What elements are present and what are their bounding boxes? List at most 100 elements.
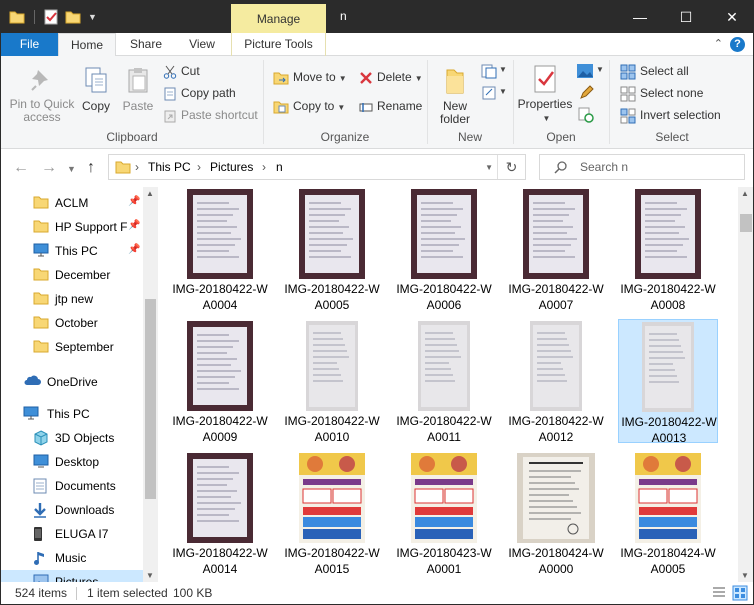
- file-tile[interactable]: IMG-20180422-W A0005: [282, 187, 382, 312]
- copy-path-button[interactable]: Copy path: [163, 84, 236, 104]
- breadcrumb-n[interactable]: n: [276, 160, 283, 174]
- file-tile[interactable]: IMG-20180422-W A0006: [394, 187, 494, 312]
- easy-access-icon[interactable]: [481, 85, 497, 101]
- sidebar-item-3d-objects[interactable]: 3D Objects: [1, 426, 143, 450]
- sidebar-item-this-pc[interactable]: This PC 📌: [1, 239, 143, 263]
- file-tile[interactable]: IMG-20180424-W A0005: [618, 451, 718, 576]
- file-tile[interactable]: IMG-20180422-W A0007: [506, 187, 606, 312]
- manage-tab[interactable]: Manage: [231, 4, 326, 33]
- sidebar-item-hp-support-f[interactable]: HP Support F 📌: [1, 215, 143, 239]
- sidebar-item-onedrive[interactable]: OneDrive: [1, 370, 143, 394]
- paste-button[interactable]: Paste: [120, 66, 156, 113]
- file-view-scroll-thumb[interactable]: [740, 214, 752, 232]
- tab-view[interactable]: View: [179, 33, 225, 56]
- details-view-icon[interactable]: [711, 585, 727, 601]
- move-to-button[interactable]: Move to ▼: [273, 68, 347, 88]
- new-folder-icon: [446, 69, 464, 94]
- file-view: IMG-20180422-W A0004 IMG-20180422-W A0005 IM…: [158, 187, 738, 582]
- copy-button[interactable]: Copy: [79, 66, 113, 113]
- collapse-ribbon-chevron-icon[interactable]: ⌃: [714, 37, 723, 50]
- sidebar-item-this-pc[interactable]: This PC: [1, 402, 143, 426]
- scroll-up-icon[interactable]: ▲: [146, 189, 154, 198]
- invert-selection-button[interactable]: Invert selection: [620, 106, 721, 126]
- new-folder-icon[interactable]: [65, 8, 81, 26]
- file-tile[interactable]: IMG-20180422-W A0014: [170, 451, 270, 576]
- pin-icon[interactable]: 📌: [128, 220, 140, 231]
- help-icon[interactable]: ?: [730, 37, 745, 52]
- file-tile[interactable]: IMG-20180422-W A0012: [506, 319, 606, 444]
- properties-dropdown-icon: ▼: [542, 114, 551, 123]
- paste-shortcut-button[interactable]: Paste shortcut: [163, 106, 258, 126]
- pin-icon[interactable]: 📌: [128, 196, 140, 207]
- sidebar-item-label: Pictures: [55, 575, 99, 582]
- rename-button[interactable]: Rename: [359, 97, 422, 117]
- nav-pane-scrollbar[interactable]: ▲ ▼: [143, 187, 158, 582]
- folder-icon[interactable]: [9, 8, 25, 26]
- sidebar-item-downloads[interactable]: Downloads: [1, 498, 143, 522]
- new-item-dropdown-icon[interactable]: ▼: [499, 65, 507, 74]
- maximize-button[interactable]: ☐: [663, 1, 709, 33]
- sidebar-item-september[interactable]: September: [1, 335, 143, 359]
- edit-pencil-icon[interactable]: [578, 85, 594, 101]
- address-bar[interactable]: › This PC › Pictures › n ▼ ↻: [108, 154, 526, 180]
- file-tile[interactable]: IMG-20180424-W A0000: [506, 451, 606, 576]
- sidebar-item-label: Desktop: [55, 455, 100, 469]
- easy-access-dropdown-icon[interactable]: ▼: [499, 87, 507, 96]
- sidebar-item-documents[interactable]: Documents: [1, 474, 143, 498]
- sidebar-item-october[interactable]: October: [1, 311, 143, 335]
- file-tile[interactable]: IMG-20180422-W A0010: [282, 319, 382, 444]
- file-view-scrollbar[interactable]: ▲ ▼: [738, 187, 753, 582]
- open-dropdown-icon[interactable]: ▼: [596, 65, 604, 74]
- new-folder-button[interactable]: New folder: [433, 64, 477, 126]
- pin-to-quick-access-button[interactable]: Pin to Quick access: [7, 66, 77, 124]
- properties-icon[interactable]: [43, 8, 59, 26]
- cut-button[interactable]: Cut: [163, 62, 200, 82]
- sidebar-item-pictures[interactable]: Pictures: [1, 570, 143, 582]
- back-arrow-icon[interactable]: ←: [13, 159, 29, 177]
- sidebar-item-music[interactable]: Music: [1, 546, 143, 570]
- tab-share[interactable]: Share: [121, 33, 171, 56]
- search-box[interactable]: Search n: [539, 154, 745, 180]
- sidebar-item-aclm[interactable]: ACLM 📌: [1, 191, 143, 215]
- file-tile[interactable]: IMG-20180423-W A0001: [394, 451, 494, 576]
- file-tile[interactable]: IMG-20180422-W A0011: [394, 319, 494, 444]
- tab-home[interactable]: Home: [58, 33, 116, 57]
- up-arrow-icon[interactable]: ↑: [87, 159, 95, 177]
- breadcrumb-pictures[interactable]: Pictures: [210, 160, 253, 174]
- pin-icon[interactable]: 📌: [128, 244, 140, 255]
- scroll-down-icon[interactable]: ▼: [741, 571, 749, 580]
- properties-button[interactable]: Properties ▼: [515, 64, 575, 125]
- sidebar-item-eluga-i7[interactable]: ELUGA I7: [1, 522, 143, 546]
- scroll-up-icon[interactable]: ▲: [741, 189, 749, 198]
- file-tile[interactable]: IMG-20180422-W A0008: [618, 187, 718, 312]
- file-tile[interactable]: IMG-20180422-W A0015: [282, 451, 382, 576]
- close-button[interactable]: ✕: [709, 1, 753, 33]
- copy-to-button[interactable]: Copy to ▼: [273, 97, 345, 117]
- recent-locations-chevron-icon[interactable]: ▼: [67, 164, 76, 174]
- customize-toolbar-chevron-icon[interactable]: ▼: [88, 12, 104, 30]
- address-dropdown-icon[interactable]: ▼: [485, 163, 493, 172]
- open-image-icon[interactable]: [576, 63, 594, 79]
- refresh-icon[interactable]: ↻: [497, 155, 525, 179]
- new-item-icon[interactable]: [481, 63, 497, 79]
- sidebar-item-desktop[interactable]: Desktop: [1, 450, 143, 474]
- navigation-bar: ← → ▼ ↑ › This PC › Pictures › n ▼ ↻ Sea…: [1, 149, 753, 187]
- file-tile[interactable]: IMG-20180422-W A0004: [170, 187, 270, 312]
- sidebar-item-jtp-new[interactable]: jtp new: [1, 287, 143, 311]
- tab-picture-tools[interactable]: Picture Tools: [231, 33, 326, 56]
- tab-file[interactable]: File: [1, 33, 58, 56]
- file-name-line1: IMG-20180424-W: [508, 546, 604, 560]
- sidebar-item-december[interactable]: December: [1, 263, 143, 287]
- minimize-button[interactable]: —: [617, 1, 663, 33]
- forward-arrow-icon[interactable]: →: [41, 159, 57, 177]
- history-icon[interactable]: [578, 107, 594, 123]
- nav-pane-scroll-thumb[interactable]: [145, 299, 156, 499]
- breadcrumb-this-pc[interactable]: This PC: [148, 160, 191, 174]
- large-icons-view-icon[interactable]: [732, 585, 748, 601]
- delete-button[interactable]: Delete ▼: [359, 68, 423, 88]
- select-none-button[interactable]: Select none: [620, 84, 703, 104]
- file-tile[interactable]: IMG-20180422-W A0009: [170, 319, 270, 444]
- file-tile[interactable]: IMG-20180422-W A0013: [618, 319, 718, 445]
- select-all-button[interactable]: Select all: [620, 62, 689, 82]
- scroll-down-icon[interactable]: ▼: [146, 571, 154, 580]
